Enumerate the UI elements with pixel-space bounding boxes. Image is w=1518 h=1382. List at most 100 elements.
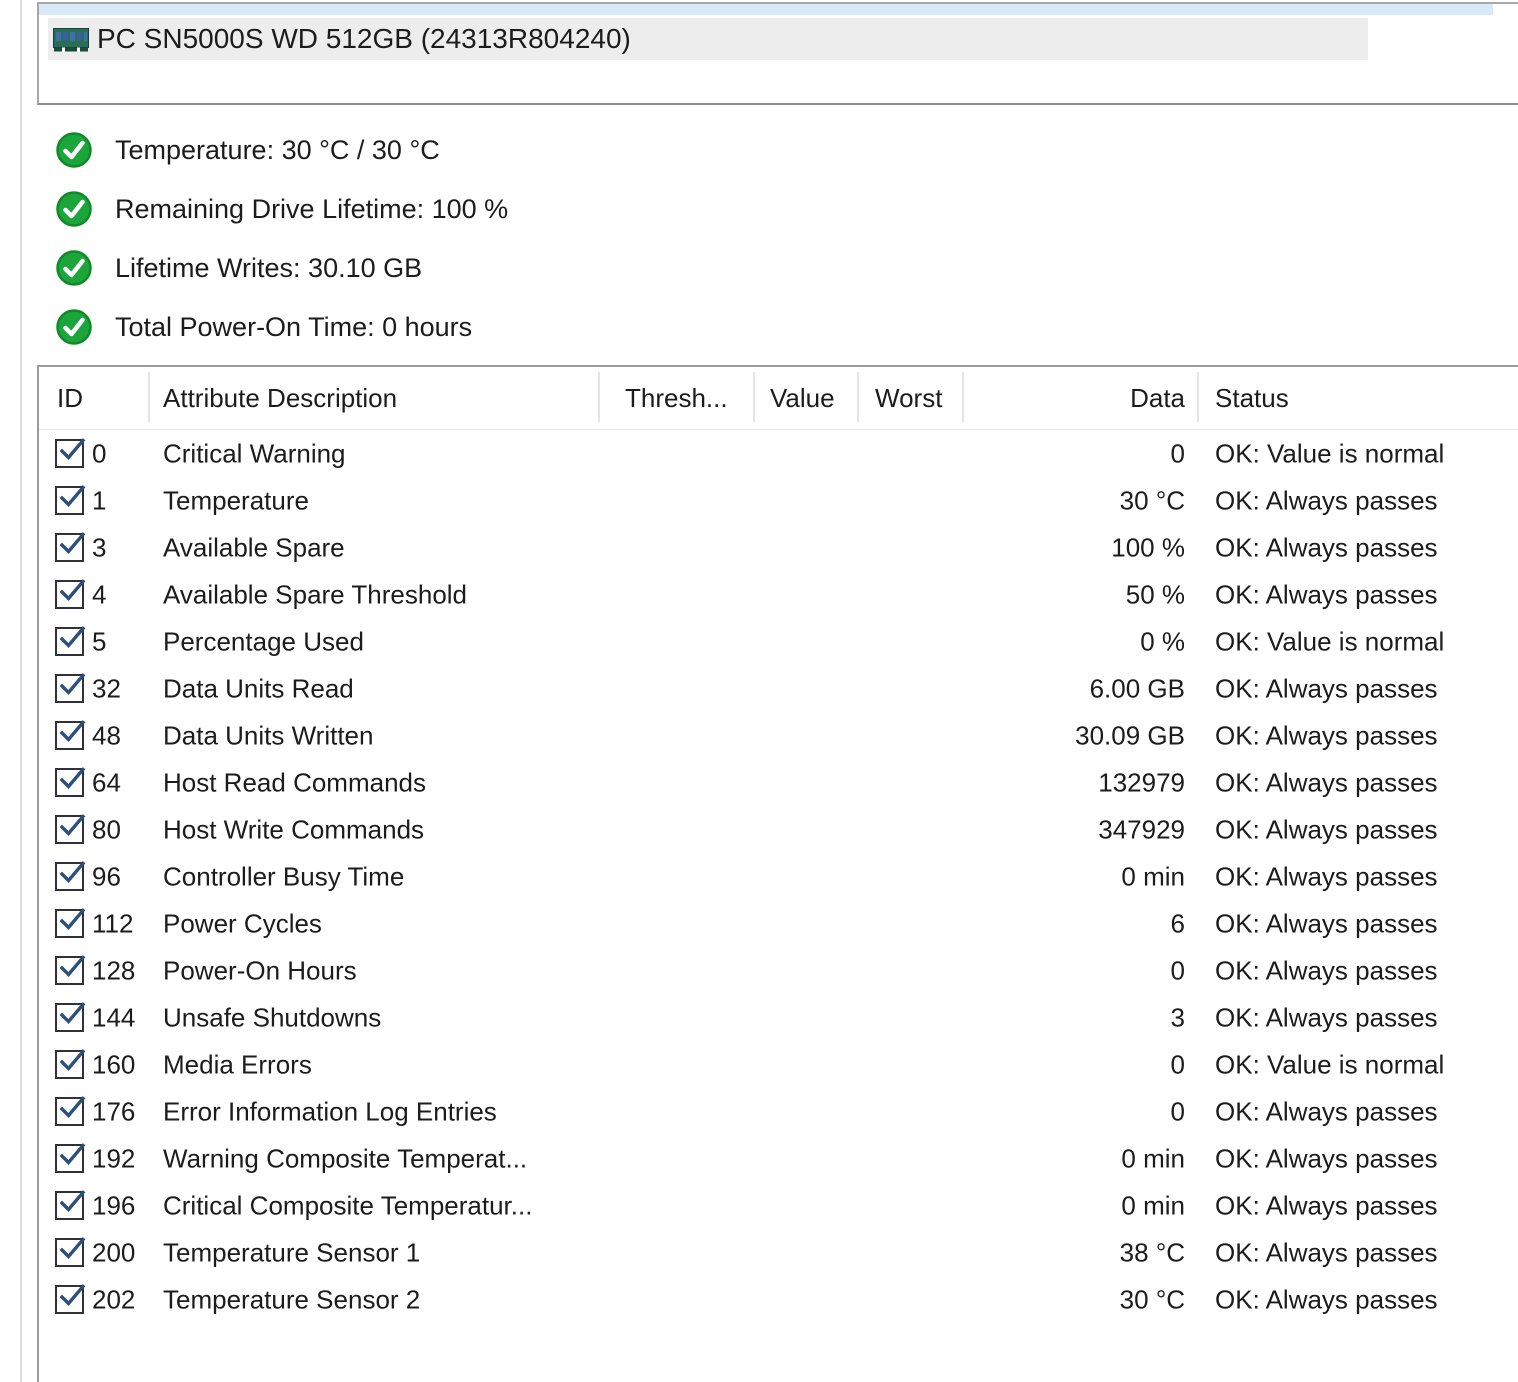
attribute-data: 0 min xyxy=(1121,1143,1185,1173)
column-header-id[interactable]: ID xyxy=(57,383,83,414)
attribute-checkbox[interactable] xyxy=(55,814,86,844)
attribute-checkbox[interactable] xyxy=(55,861,86,891)
table-row[interactable]: 128 Power-On Hours 0 OK: Always passes xyxy=(39,947,1518,994)
header-separator xyxy=(1197,372,1199,422)
column-header-data[interactable]: Data xyxy=(1005,383,1185,414)
column-header-worst[interactable]: Worst xyxy=(875,383,942,414)
table-row[interactable]: 196 Critical Composite Temperatur... 0 m… xyxy=(39,1182,1518,1229)
attribute-checkbox[interactable] xyxy=(55,955,86,985)
attribute-id: 48 xyxy=(92,720,121,750)
attribute-checkbox[interactable] xyxy=(55,438,86,468)
table-row[interactable]: 4 Available Spare Threshold 50 % OK: Alw… xyxy=(39,571,1518,618)
table-row[interactable]: 112 Power Cycles 6 OK: Always passes xyxy=(39,900,1518,947)
attribute-checkbox[interactable] xyxy=(55,1237,86,1267)
attribute-status: OK: Always passes xyxy=(1215,579,1438,609)
attribute-data: 30 °C xyxy=(1119,1284,1185,1314)
attribute-checkbox[interactable] xyxy=(55,1143,86,1173)
table-row[interactable]: 48 Data Units Written 30.09 GB OK: Alway… xyxy=(39,712,1518,759)
attribute-description: Temperature Sensor 1 xyxy=(163,1237,421,1267)
attribute-checkbox[interactable] xyxy=(55,485,86,515)
attribute-data: 3 xyxy=(1170,1002,1185,1032)
attribute-checkbox[interactable] xyxy=(55,1190,86,1220)
attribute-data: 347929 xyxy=(1098,814,1185,844)
attribute-checkbox[interactable] xyxy=(55,1284,86,1314)
attribute-checkbox[interactable] xyxy=(55,767,86,797)
attribute-status: OK: Always passes xyxy=(1215,814,1438,844)
table-row[interactable]: 200 Temperature Sensor 1 38 °C OK: Alway… xyxy=(39,1229,1518,1276)
attribute-description: Unsafe Shutdowns xyxy=(163,1002,382,1032)
health-label: Remaining Drive Lifetime: 100 % xyxy=(115,193,509,224)
attribute-data: 30.09 GB xyxy=(1075,720,1185,750)
attribute-id: 5 xyxy=(92,626,107,656)
table-row[interactable]: 192 Warning Composite Temperat... 0 min … xyxy=(39,1135,1518,1182)
attribute-description: Temperature xyxy=(163,485,309,515)
table-row[interactable]: 160 Media Errors 0 OK: Value is normal xyxy=(39,1041,1518,1088)
attribute-checkbox[interactable] xyxy=(55,720,86,750)
drive-list-item[interactable]: PC SN5000S WD 512GB (24313R804240) xyxy=(48,18,1368,60)
header-separator xyxy=(962,372,964,422)
attribute-checkbox[interactable] xyxy=(55,626,86,656)
column-header-status[interactable]: Status xyxy=(1215,383,1289,414)
attribute-checkbox[interactable] xyxy=(55,673,86,703)
attribute-checkbox[interactable] xyxy=(55,1049,86,1079)
attribute-checkbox[interactable] xyxy=(55,1096,86,1126)
attribute-status: OK: Always passes xyxy=(1215,861,1438,891)
table-row[interactable]: 1 Temperature 30 °C OK: Always passes xyxy=(39,477,1518,524)
column-header-description[interactable]: Attribute Description xyxy=(163,383,397,414)
column-header-value[interactable]: Value xyxy=(770,383,835,414)
attribute-data: 0 xyxy=(1170,438,1185,468)
health-item: Temperature: 30 °C / 30 °C xyxy=(55,131,508,169)
attribute-data: 0 xyxy=(1170,1049,1185,1079)
attribute-status: OK: Value is normal xyxy=(1215,1049,1445,1079)
panel-divider xyxy=(20,0,22,1382)
attribute-status: OK: Always passes xyxy=(1215,767,1438,797)
attribute-description: Controller Busy Time xyxy=(163,861,405,891)
table-row[interactable]: 64 Host Read Commands 132979 OK: Always … xyxy=(39,759,1518,806)
ok-check-icon xyxy=(56,191,92,227)
attribute-id: 3 xyxy=(92,532,107,562)
attribute-status: OK: Always passes xyxy=(1215,532,1438,562)
attribute-data: 38 °C xyxy=(1119,1237,1185,1267)
attribute-id: 80 xyxy=(92,814,121,844)
attribute-data: 0 % xyxy=(1140,626,1185,656)
drive-label: PC SN5000S WD 512GB (24313R804240) xyxy=(97,23,631,54)
ssd-module-icon xyxy=(53,28,89,52)
attribute-checkbox[interactable] xyxy=(55,1002,86,1032)
ok-check-icon xyxy=(56,132,92,168)
attribute-description: Temperature Sensor 2 xyxy=(163,1284,421,1314)
table-row[interactable]: 5 Percentage Used 0 % OK: Value is norma… xyxy=(39,618,1518,665)
attribute-checkbox[interactable] xyxy=(55,579,86,609)
attribute-description: Media Errors xyxy=(163,1049,312,1079)
attribute-description: Error Information Log Entries xyxy=(163,1096,497,1126)
table-row[interactable]: 32 Data Units Read 6.00 GB OK: Always pa… xyxy=(39,665,1518,712)
attribute-id: 0 xyxy=(92,438,107,468)
attribute-checkbox[interactable] xyxy=(55,532,86,562)
table-row[interactable]: 80 Host Write Commands 347929 OK: Always… xyxy=(39,806,1518,853)
attribute-description: Percentage Used xyxy=(163,626,364,656)
attribute-id: 176 xyxy=(92,1096,136,1126)
header-separator xyxy=(148,372,150,422)
attribute-id: 200 xyxy=(92,1237,136,1267)
attribute-description: Critical Composite Temperatur... xyxy=(163,1190,533,1220)
attribute-status: OK: Always passes xyxy=(1215,1284,1438,1314)
table-row[interactable]: 96 Controller Busy Time 0 min OK: Always… xyxy=(39,853,1518,900)
attribute-status: OK: Always passes xyxy=(1215,673,1438,703)
attribute-checkbox[interactable] xyxy=(55,908,86,938)
attribute-data: 0 min xyxy=(1121,1190,1185,1220)
attribute-data: 50 % xyxy=(1125,579,1185,609)
column-header-threshold[interactable]: Thresh... xyxy=(625,383,728,414)
attribute-status: OK: Always passes xyxy=(1215,955,1438,985)
table-row[interactable]: 176 Error Information Log Entries 0 OK: … xyxy=(39,1088,1518,1135)
table-row[interactable]: 144 Unsafe Shutdowns 3 OK: Always passes xyxy=(39,994,1518,1041)
attribute-status: OK: Always passes xyxy=(1215,720,1438,750)
attribute-data: 30 °C xyxy=(1119,485,1185,515)
table-row[interactable]: 0 Critical Warning 0 OK: Value is normal xyxy=(39,430,1518,477)
attribute-data: 0 xyxy=(1170,955,1185,985)
attribute-status: OK: Always passes xyxy=(1215,485,1438,515)
table-row[interactable]: 3 Available Spare 100 % OK: Always passe… xyxy=(39,524,1518,571)
attribute-description: Available Spare xyxy=(163,532,345,562)
header-separator xyxy=(753,372,755,422)
attribute-data: 0 min xyxy=(1121,861,1185,891)
table-row[interactable]: 202 Temperature Sensor 2 30 °C OK: Alway… xyxy=(39,1276,1518,1323)
attribute-id: 202 xyxy=(92,1284,136,1314)
